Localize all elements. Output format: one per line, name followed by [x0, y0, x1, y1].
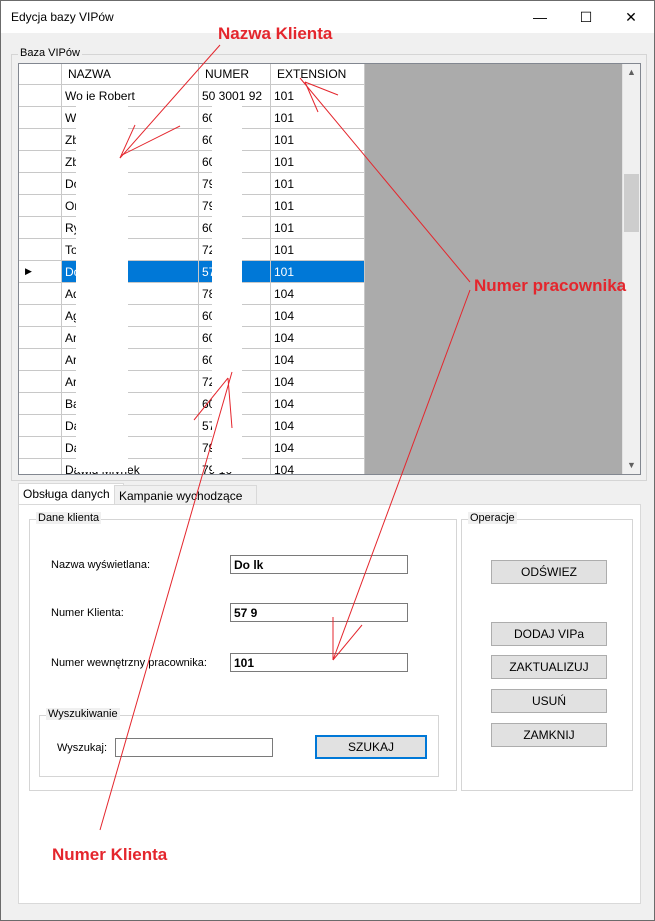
table-row[interactable]: To eda72 71101 — [19, 238, 365, 261]
row-header[interactable] — [19, 150, 62, 173]
column-header-nazwa[interactable]: NAZWA — [61, 64, 199, 85]
table-cell[interactable]: 101 — [270, 216, 365, 239]
redaction-mask-names — [76, 100, 128, 472]
table-row[interactable]: Da57 30104 — [19, 414, 365, 437]
table-cell[interactable]: 104 — [270, 348, 365, 371]
extension-field[interactable]: 101 — [230, 653, 408, 672]
table-cell[interactable]: 101 — [270, 238, 365, 261]
display-name-label: Nazwa wyświetlana: — [51, 559, 151, 571]
row-header[interactable] — [19, 304, 62, 327]
table-row[interactable]: Ar60 04104 — [19, 348, 365, 371]
row-header[interactable] — [19, 194, 62, 217]
table-row[interactable]: Wi Marcin60 44101 — [19, 106, 365, 129]
scroll-up-icon[interactable]: ▲ — [623, 64, 640, 81]
table-cell[interactable]: 101 — [270, 84, 365, 107]
client-number-label: Numer Klienta: — [51, 607, 124, 619]
annotation-client-number: Numer Klienta — [52, 845, 168, 864]
table-cell[interactable]: 104 — [270, 392, 365, 415]
annotation-client-name: Nazwa Klienta — [218, 24, 333, 43]
client-group-label: Dane klienta — [36, 512, 102, 524]
row-header-corner — [19, 64, 62, 85]
search-button[interactable]: SZUKAJ — [315, 735, 427, 759]
table-row[interactable]: Ag60 18104 — [19, 304, 365, 327]
table-cell[interactable]: 101 — [270, 260, 365, 283]
grid-table: NAZWA NUMER EXTENSION Wo ie Robert 50 300… — [19, 64, 365, 474]
table-cell[interactable]: 104 — [270, 282, 365, 305]
tab-obsluga-danych[interactable]: Obsługa danych — [18, 483, 124, 505]
delete-button[interactable]: USUŃ — [491, 689, 607, 713]
table-cell[interactable]: 104 — [270, 458, 365, 474]
row-header[interactable]: ▶ — [19, 260, 62, 283]
close-form-button[interactable]: ZAMKNIJ — [491, 723, 607, 747]
table-row[interactable]: Ar72 30104 — [19, 370, 365, 393]
row-header[interactable] — [19, 458, 62, 474]
row-header[interactable] — [19, 392, 62, 415]
row-header[interactable] — [19, 84, 62, 107]
extension-label: Numer wewnętrzny pracownika: — [51, 657, 207, 669]
search-label: Wyszukaj: — [57, 742, 108, 754]
search-group-label: Wyszukiwanie — [46, 708, 120, 720]
grid-group-label: Baza VIPów — [18, 47, 82, 59]
scroll-down-icon[interactable]: ▼ — [623, 457, 640, 474]
table-cell[interactable]: 104 — [270, 326, 365, 349]
table-cell[interactable]: 104 — [270, 304, 365, 327]
table-cell[interactable]: 101 — [270, 150, 365, 173]
table-cell[interactable]: 101 — [270, 194, 365, 217]
operations-group-label: Operacje — [468, 512, 517, 524]
table-cell[interactable]: 101 — [270, 128, 365, 151]
table-cell[interactable]: 104 — [270, 436, 365, 459]
row-header[interactable] — [19, 414, 62, 437]
table-row[interactable]: ▶Do57 69101 — [19, 260, 365, 283]
table-row[interactable]: Da ka79 15104 — [19, 436, 365, 459]
table-cell[interactable]: 101 — [270, 172, 365, 195]
table-row[interactable]: Ad a78 91104 — [19, 282, 365, 305]
table-row[interactable]: Dawid Mlynek79 16104 — [19, 458, 365, 474]
client-number-field[interactable]: 57 9 — [230, 603, 408, 622]
row-header[interactable] — [19, 128, 62, 151]
maximize-button[interactable]: ☐ — [563, 1, 609, 33]
table-row[interactable]: Ba a60 32104 — [19, 392, 365, 415]
row-header[interactable] — [19, 238, 62, 261]
row-header[interactable] — [19, 216, 62, 239]
row-header[interactable] — [19, 370, 62, 393]
minimize-button[interactable]: — — [517, 1, 563, 33]
table-row[interactable]: Zb60 91101 — [19, 150, 365, 173]
column-header-numer[interactable]: NUMER — [198, 64, 271, 85]
search-input[interactable] — [115, 738, 273, 757]
row-header[interactable] — [19, 106, 62, 129]
row-header[interactable] — [19, 282, 62, 305]
add-vip-button[interactable]: DODAJ VIPa — [491, 622, 607, 646]
table-row[interactable]: Or79 87101 — [19, 194, 365, 217]
update-button[interactable]: ZAKTUALIZUJ — [491, 655, 607, 679]
redaction-mask-numbers — [212, 100, 242, 472]
annotation-employee-number: Numer pracownika — [474, 276, 627, 295]
table-row[interactable]: Zb60 90101 — [19, 128, 365, 151]
row-header[interactable] — [19, 348, 62, 371]
table-row[interactable]: Ar et60 71104 — [19, 326, 365, 349]
refresh-button[interactable]: ODŚWIEZ — [491, 560, 607, 584]
row-header[interactable] — [19, 326, 62, 349]
row-header[interactable] — [19, 436, 62, 459]
window-title: Edycja bazy VIPów — [11, 10, 114, 24]
row-header[interactable] — [19, 172, 62, 195]
grid-vertical-scrollbar[interactable]: ▲ ▼ — [622, 64, 640, 474]
display-name-field[interactable]: Do lk — [230, 555, 408, 574]
table-row[interactable]: Do79 67101 — [19, 172, 365, 195]
table-cell[interactable]: 104 — [270, 414, 365, 437]
table-cell[interactable]: 104 — [270, 370, 365, 393]
close-button[interactable]: ✕ — [608, 1, 654, 33]
table-cell[interactable]: 101 — [270, 106, 365, 129]
table-row[interactable]: Wo ie Robert 50 3001 92 101 — [19, 84, 365, 107]
scroll-thumb[interactable] — [624, 174, 639, 232]
table-row[interactable]: Ry iusz60 27101 — [19, 216, 365, 239]
column-header-extension[interactable]: EXTENSION — [270, 64, 365, 85]
tab-page-obsluga: Dane klienta Nazwa wyświetlana: Do lk Nu… — [18, 504, 641, 904]
